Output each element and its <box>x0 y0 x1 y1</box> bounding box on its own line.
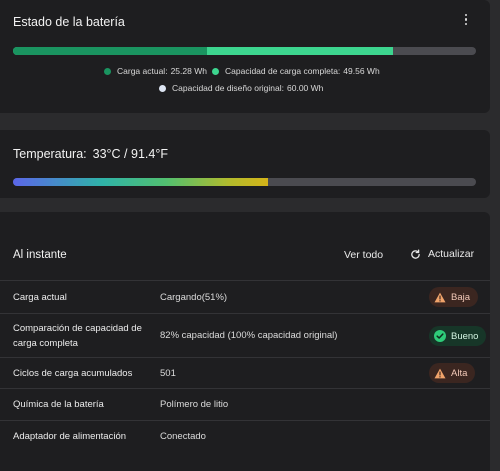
legend-label: Capacidad de diseño original: <box>172 83 284 93</box>
temperature-value: 33°C / 91.4°F <box>92 147 168 161</box>
view-all-button[interactable]: Ver todo <box>344 249 383 261</box>
temperature-label: Temperatura: <box>13 147 87 161</box>
row-label: Química de la batería <box>13 399 104 410</box>
legend-value: 25.28 Wh <box>170 66 207 76</box>
status-badge: Alta <box>429 363 476 383</box>
row-value: Polímero de litio <box>160 399 229 410</box>
legend-dot <box>159 84 166 92</box>
badge-label: Baja <box>451 291 471 303</box>
check-circle-icon <box>434 330 446 342</box>
battery-capacity-bar <box>13 47 476 55</box>
legend-full-capacity: Capacidad de carga completa: 49.56 Wh <box>212 66 380 76</box>
temperature-title: Temperatura: 33°C / 91.4°F <box>13 147 168 161</box>
badge-label: Alta <box>451 367 468 379</box>
row-label: Ciclos de carga acumulados <box>13 368 133 379</box>
row-value: 501 <box>160 368 176 379</box>
legend-design-capacity: Capacidad de diseño original: 60.00 Wh <box>159 83 323 93</box>
row-label: Adaptador de alimentación <box>13 431 127 442</box>
table-row: Adaptador de alimentación Conectado <box>0 420 490 453</box>
legend-dot <box>212 67 219 75</box>
legend-label: Carga actual: <box>117 66 168 76</box>
badge-label: Bueno <box>451 330 479 342</box>
at-a-glance-title: Al instante <box>13 249 67 261</box>
temperature-card: Temperatura: 33°C / 91.4°F <box>0 130 490 198</box>
row-label: Comparación de capacidad de carga comple… <box>13 323 142 349</box>
legend-label: Capacidad de carga completa: <box>225 66 341 76</box>
row-value: Conectado <box>160 431 206 442</box>
refresh-label: Actualizar <box>428 248 475 260</box>
table-row: Ciclos de carga acumulados 501 Alta <box>0 357 490 389</box>
legend-dot <box>104 67 111 75</box>
table-row: Carga actual Cargando(51%) Baja <box>0 280 490 314</box>
warning-icon <box>434 292 446 302</box>
legend-value: 49.56 Wh <box>343 66 380 76</box>
legend-current-charge: Carga actual: 25.28 Wh <box>104 66 207 76</box>
temperature-fill <box>13 178 269 186</box>
status-badge: Baja <box>429 287 479 307</box>
row-label: Carga actual <box>13 292 67 303</box>
refresh-button[interactable]: Actualizar <box>410 248 474 260</box>
battery-status-title: Estado de la batería <box>13 15 125 29</box>
table-row: Comparación de capacidad de carga comple… <box>0 313 490 358</box>
row-value: 82% capacidad (100% capacidad original) <box>160 330 338 341</box>
refresh-icon <box>411 248 420 259</box>
battery-status-card: Estado de la batería Carga actual: 25.28… <box>0 0 490 113</box>
table-row: Química de la batería Polímero de litio <box>0 388 490 421</box>
temperature-bar <box>13 178 476 186</box>
current-charge-segment <box>13 47 208 55</box>
kebab-menu-icon[interactable] <box>459 12 473 30</box>
row-value: Cargando(51%) <box>160 292 228 303</box>
at-a-glance-card: Al instante Ver todo Actualizar Carga ac… <box>0 212 490 471</box>
warning-icon <box>434 368 446 378</box>
legend-value: 60.00 Wh <box>287 83 324 93</box>
status-badge: Bueno <box>429 326 487 346</box>
